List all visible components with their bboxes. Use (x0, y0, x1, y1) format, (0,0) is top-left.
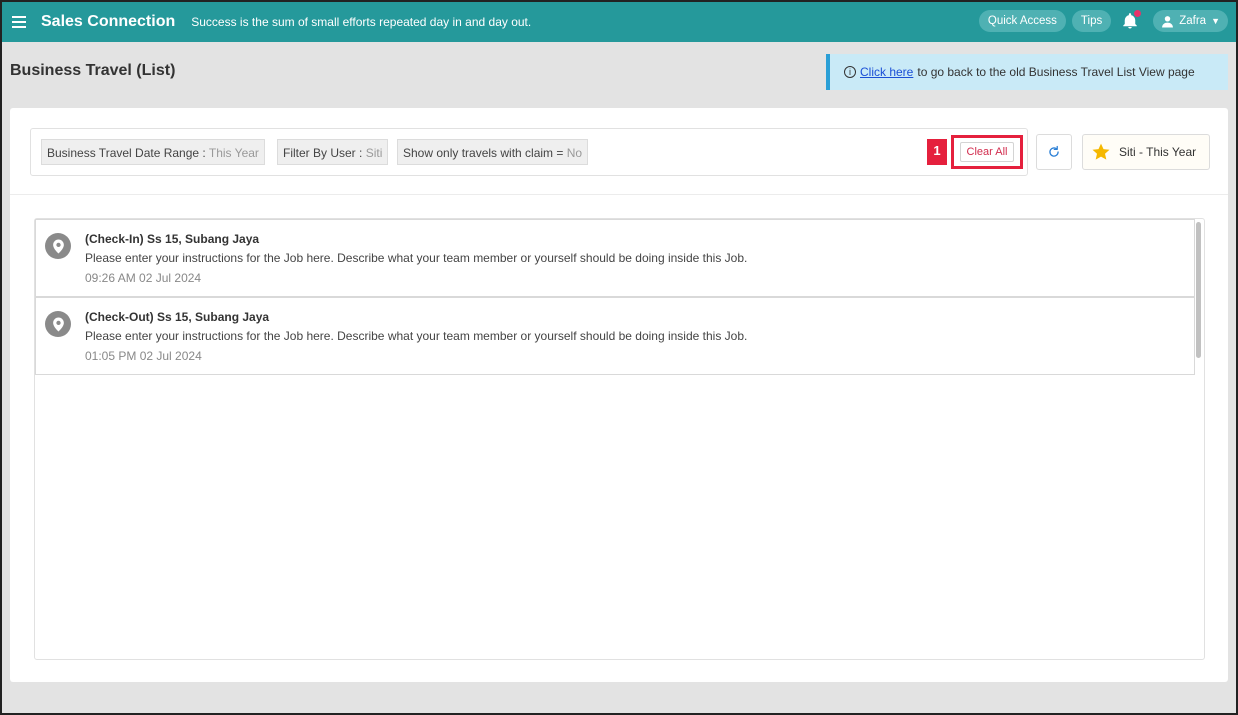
divider (10, 194, 1228, 195)
favorite-label: Siti - This Year (1119, 145, 1197, 159)
menu-icon[interactable] (12, 13, 26, 31)
travel-description: Please enter your instructions for the J… (85, 251, 748, 265)
travel-title: (Check-In) Ss 15, Subang Jaya (85, 232, 260, 246)
chip-separator: = (553, 146, 567, 160)
filter-bar: Business Travel Date Range : This Year F… (30, 128, 1028, 176)
app-frame: Sales Connection Success is the sum of s… (0, 0, 1238, 715)
step-number-badge: 1 (927, 139, 947, 165)
location-pin-icon (45, 311, 71, 337)
travel-list: (Check-In) Ss 15, Subang Jaya Please ent… (34, 218, 1205, 660)
clear-all-button[interactable]: Clear All (960, 142, 1014, 162)
list-scrollbar[interactable] (1196, 222, 1201, 358)
chip-value: No (566, 146, 583, 160)
tagline: Success is the sum of small efforts repe… (191, 15, 532, 29)
filter-chip-date-range[interactable]: Business Travel Date Range : This Year (41, 139, 265, 165)
chip-value: This Year (208, 146, 259, 160)
clear-all-highlight: Clear All (951, 135, 1023, 169)
list-item[interactable]: (Check-Out) Ss 15, Subang Jaya Please en… (35, 297, 1195, 375)
star-icon (1092, 143, 1110, 160)
old-view-link[interactable]: Click here (860, 65, 913, 79)
chip-label: Filter By User (283, 146, 356, 160)
refresh-button[interactable] (1036, 134, 1072, 170)
user-name: Zafra (1179, 15, 1207, 27)
favorite-filter-button[interactable]: Siti - This Year (1082, 134, 1210, 170)
travel-title: (Check-Out) Ss 15, Subang Jaya (85, 310, 270, 324)
top-bar: Sales Connection Success is the sum of s… (2, 2, 1236, 42)
location-pin-icon (45, 233, 71, 259)
info-icon: i (844, 66, 856, 78)
filter-chip-user[interactable]: Filter By User : Siti (277, 139, 389, 165)
chip-label: Business Travel Date Range (47, 146, 200, 160)
list-item[interactable]: (Check-In) Ss 15, Subang Jaya Please ent… (35, 219, 1195, 297)
filter-chip-claim[interactable]: Show only travels with claim = No (397, 139, 589, 165)
chip-value: Siti (365, 146, 383, 160)
topbar-actions: Quick Access Tips Zafra ▼ (973, 10, 1228, 32)
chip-separator: : (199, 146, 209, 160)
notification-dot (1134, 10, 1142, 17)
travel-description: Please enter your instructions for the J… (85, 329, 748, 343)
user-icon (1162, 15, 1174, 27)
travel-timestamp: 01:05 PM 02 Jul 2024 (85, 349, 202, 363)
user-menu-button[interactable]: Zafra ▼ (1153, 10, 1228, 32)
bell-icon[interactable] (1121, 10, 1142, 32)
page-title: Business Travel (List) (10, 62, 176, 79)
chip-label: Show only travels with claim (403, 146, 554, 160)
quick-access-button[interactable]: Quick Access (978, 10, 1066, 32)
travel-timestamp: 09:26 AM 02 Jul 2024 (85, 271, 202, 285)
info-banner: i Click here to go back to the old Busin… (826, 54, 1228, 90)
brand-title[interactable]: Sales Connection (41, 13, 175, 31)
banner-text: to go back to the old Business Travel Li… (917, 65, 1195, 79)
main-panel: Business Travel Date Range : This Year F… (10, 108, 1228, 682)
chip-separator: : (355, 146, 366, 160)
refresh-icon (1049, 145, 1059, 157)
tips-button[interactable]: Tips (1071, 10, 1112, 32)
chevron-down-icon: ▼ (1211, 16, 1220, 26)
